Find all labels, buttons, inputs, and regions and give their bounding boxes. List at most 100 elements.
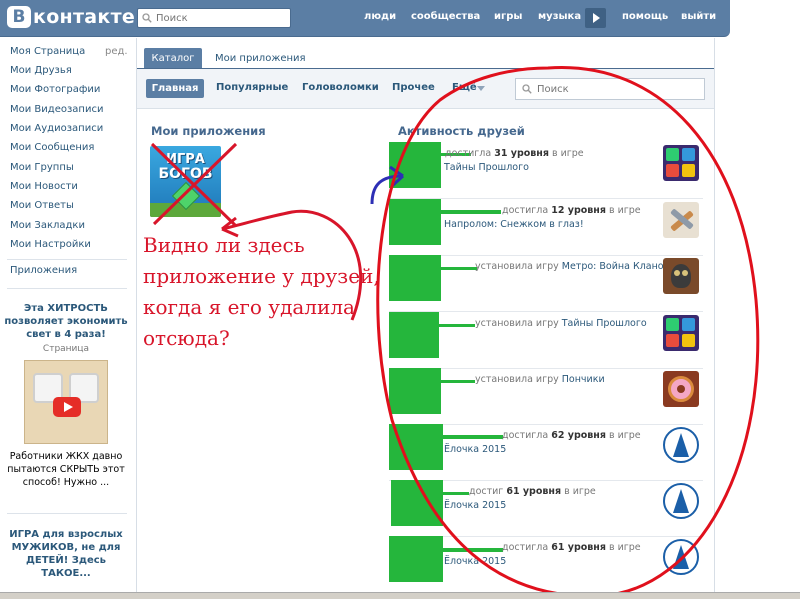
sidebar-divider (7, 513, 127, 514)
redacted-avatar (389, 312, 439, 358)
catalog-search-input[interactable] (537, 83, 697, 95)
tab-catalog[interactable]: Каталог (144, 48, 202, 69)
activity-game-link[interactable]: Напролом: Снежком в глаз! (444, 219, 584, 230)
sidebar-item-news[interactable]: Мои Новости (10, 181, 78, 192)
sidebar-item-apps[interactable]: Приложения (10, 265, 77, 276)
activity-game-link[interactable]: Тайны Прошлого (444, 162, 529, 173)
sidebar-item-my-page[interactable]: Моя Страница (10, 46, 85, 57)
activity-text: достигла 31 уровня в игре (445, 148, 584, 159)
sidebar-item-settings[interactable]: Мои Настройки (10, 239, 91, 250)
promo-title[interactable]: ИГРА для взрослых МУЖИКОВ, не для ДЕТЕЙ!… (4, 528, 128, 580)
sidebar-divider (7, 288, 127, 289)
content-border-left (136, 38, 137, 599)
promo-image[interactable] (24, 360, 108, 444)
metro-game-icon[interactable] (663, 258, 699, 294)
activity-text: достигла 12 уровня в игре (502, 205, 641, 216)
redacted-avatar (389, 199, 441, 245)
activity-text: достиг 61 уровня в игре (469, 486, 596, 497)
activity-text: установила игру Пончики (475, 374, 605, 385)
play-icon-triangle (64, 402, 73, 412)
jewels-game-icon[interactable] (663, 315, 699, 351)
christmas-tree-game-icon[interactable] (663, 427, 699, 463)
nav-games[interactable]: игры (494, 11, 522, 22)
activity-row[interactable]: установила игру Метро: Война Кланов (389, 255, 703, 312)
redacted-name (443, 492, 469, 495)
red-cross-mark (150, 142, 238, 228)
sidebar-item-audio[interactable]: Мои Аудиозаписи (10, 123, 103, 134)
donut-game-icon[interactable] (663, 371, 699, 407)
activity-text: достигла 61 уровня в игре (502, 542, 641, 553)
sidebar-divider (7, 259, 127, 260)
sidebar-item-messages[interactable]: Мои Сообщения (10, 142, 94, 153)
promo-block[interactable]: Эта ХИТРОСТЬ позволяет экономить свет в … (4, 302, 128, 489)
christmas-tree-game-icon[interactable] (663, 483, 699, 519)
chevron-down-icon[interactable] (477, 86, 485, 91)
activity-game-link[interactable]: Ёлочка 2015 (444, 500, 506, 511)
catalog-search-box[interactable] (515, 78, 705, 100)
sidebar-item-videos[interactable]: Мои Видеозаписи (10, 104, 103, 115)
bottom-bar (0, 592, 800, 599)
redacted-avatar (389, 536, 443, 582)
friends-activity-title: Активность друзей (398, 124, 525, 138)
search-icon (142, 13, 152, 23)
redacted-name (441, 210, 501, 214)
top-search-box[interactable] (137, 8, 291, 28)
subnav-popular[interactable]: Популярные (216, 82, 288, 93)
redacted-name (441, 380, 475, 383)
jewels-game-icon[interactable] (663, 145, 699, 181)
activity-game-link[interactable]: Ёлочка 2015 (444, 444, 506, 455)
nav-music[interactable]: музыка (538, 11, 581, 22)
redacted-name (441, 267, 477, 270)
activity-row[interactable]: достигла 12 уровня в игре Напролом: Снеж… (389, 199, 703, 256)
promo-subtitle: Страница (42, 344, 90, 354)
tab-my-apps[interactable]: Мои приложения (215, 53, 306, 64)
top-bar: В контакте люди сообщества игры музыка п… (0, 0, 730, 37)
left-menu: Моя Страница ред. Мои Друзья Мои Фотогра… (0, 38, 136, 599)
subnav-more[interactable]: Ещё (452, 82, 477, 93)
activity-row[interactable]: достигла 31 уровня в игре Тайны Прошлого (389, 142, 703, 199)
promo-title[interactable]: Эта ХИТРОСТЬ позволяет экономить свет в … (4, 302, 128, 341)
nav-help[interactable]: помощь (622, 11, 668, 22)
vk-logo-text: контакте (33, 6, 136, 28)
annotation-question: Видно ли здесь приложение у друзей, когд… (143, 233, 380, 350)
subnav-puzzles[interactable]: Головоломки (302, 82, 379, 93)
music-play-icon[interactable] (585, 8, 606, 28)
christmas-tree-game-icon[interactable] (663, 539, 699, 575)
redacted-name (443, 435, 503, 439)
nav-communities[interactable]: сообщества (411, 11, 480, 22)
activity-row[interactable]: установила игру Тайны Прошлого (389, 312, 703, 369)
activity-text: установила игру Тайны Прошлого (475, 318, 647, 329)
activity-game-link[interactable]: Ёлочка 2015 (444, 556, 506, 567)
redacted-name (439, 324, 475, 327)
activity-text: достигла 62 уровня в игре (502, 430, 641, 441)
my-apps-title: Мои приложения (151, 124, 266, 138)
content-border-right (714, 38, 715, 599)
redacted-avatar (389, 424, 443, 470)
activity-row[interactable]: достигла 61 уровня в игре Ёлочка 2015 (389, 536, 703, 593)
search-icon (522, 84, 532, 94)
sidebar-item-photos[interactable]: Мои Фотографии (10, 84, 100, 95)
sidebar-item-answers[interactable]: Мои Ответы (10, 200, 74, 211)
sidebar-edit-link[interactable]: ред. (105, 46, 128, 57)
redacted-name (443, 548, 503, 552)
nav-logout[interactable]: выйти (681, 11, 716, 22)
sidebar-item-groups[interactable]: Мои Группы (10, 162, 74, 173)
promo-block[interactable]: ИГРА для взрослых МУЖИКОВ, не для ДЕТЕЙ!… (4, 528, 128, 580)
activity-row[interactable]: достигла 62 уровня в игре Ёлочка 2015 (389, 424, 703, 481)
snowball-game-icon[interactable] (663, 202, 699, 238)
redacted-avatar (389, 142, 441, 188)
vk-logo-mark: В (7, 6, 31, 28)
activity-row[interactable]: установила игру Пончики (389, 368, 703, 425)
subnav-main[interactable]: Главная (146, 79, 204, 98)
subnav-other[interactable]: Прочее (392, 82, 435, 93)
activity-row[interactable]: достиг 61 уровня в игре Ёлочка 2015 (389, 480, 703, 537)
sidebar-item-friends[interactable]: Мои Друзья (10, 65, 72, 76)
vk-logo[interactable]: В контакте (7, 6, 135, 28)
promo-text[interactable]: Работники ЖКХ давно пытаются СКРЫТЬ этот… (4, 450, 128, 489)
redacted-avatar (389, 255, 441, 301)
activity-text: установила игру Метро: Война Кланов (475, 261, 670, 272)
redacted-avatar (389, 368, 441, 414)
top-search-input[interactable] (156, 12, 281, 24)
sidebar-item-bookmarks[interactable]: Мои Закладки (10, 220, 85, 231)
nav-people[interactable]: люди (364, 11, 396, 22)
